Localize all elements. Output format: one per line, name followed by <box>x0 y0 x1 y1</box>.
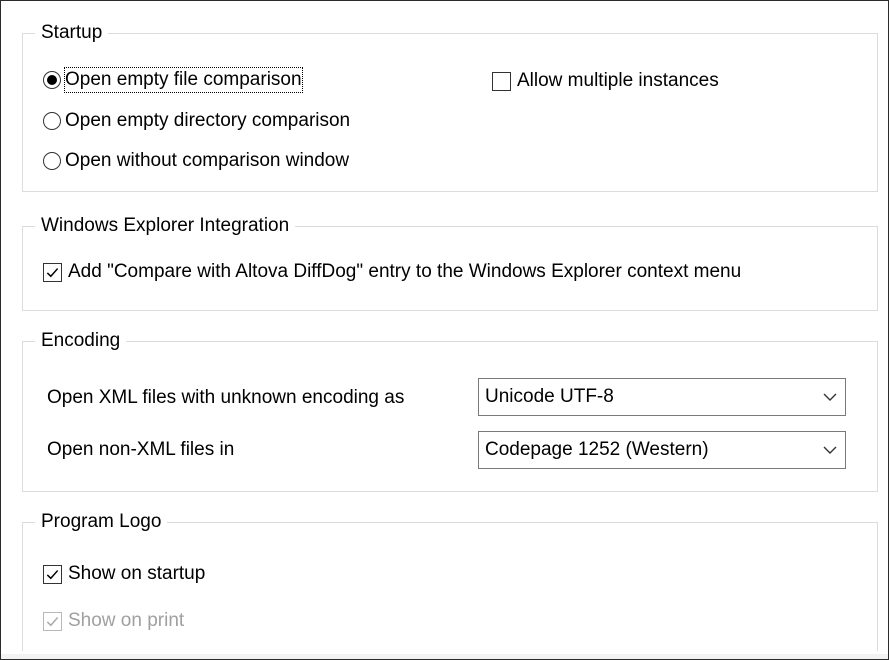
checkbox-checked-icon <box>43 611 62 631</box>
startup-group: Startup Open empty file comparison Open … <box>22 18 878 192</box>
options-panel: Startup Open empty file comparison Open … <box>0 0 889 660</box>
checkbox-label: Show on startup <box>68 563 206 584</box>
checkmark-icon <box>46 267 59 277</box>
xml-encoding-select[interactable]: Unicode UTF-8 <box>478 378 846 416</box>
checkbox-checked-icon <box>43 564 62 584</box>
radio-open-empty-file-comparison[interactable]: Open empty file comparison <box>43 67 303 93</box>
radio-icon <box>43 112 61 130</box>
radio-icon <box>43 152 61 170</box>
show-on-print-checkbox: Show on print <box>43 609 184 633</box>
checkbox-label: Allow multiple instances <box>517 70 719 91</box>
checkmark-icon <box>46 616 59 626</box>
startup-group-title: Startup <box>35 18 109 48</box>
nonxml-encoding-label: Open non-XML files in <box>47 439 235 460</box>
nonxml-encoding-value: Codepage 1252 (Western) <box>485 439 709 460</box>
chevron-down-icon <box>815 393 845 401</box>
xml-encoding-value: Unicode UTF-8 <box>485 386 614 407</box>
program-logo-group-title: Program Logo <box>35 507 168 537</box>
add-context-menu-entry-checkbox[interactable]: Add "Compare with Altova DiffDog" entry … <box>43 260 741 284</box>
allow-multiple-instances-checkbox[interactable]: Allow multiple instances <box>492 69 719 93</box>
checkbox-label: Show on print <box>68 610 185 631</box>
checkbox-label: Add "Compare with Altova DiffDog" entry … <box>68 261 742 282</box>
program-logo-group: Program Logo Show on startup Show on pri… <box>22 507 878 651</box>
radio-open-empty-directory-comparison[interactable]: Open empty directory comparison <box>43 109 350 133</box>
radio-open-without-comparison-window[interactable]: Open without comparison window <box>43 149 349 173</box>
xml-encoding-label: Open XML files with unknown encoding as <box>47 387 405 408</box>
explorer-integration-group: Windows Explorer Integration Add "Compar… <box>22 211 878 311</box>
checkmark-icon <box>46 569 59 579</box>
show-on-startup-checkbox[interactable]: Show on startup <box>43 562 205 586</box>
explorer-group-title: Windows Explorer Integration <box>35 211 296 241</box>
radio-label: Open empty directory comparison <box>65 110 351 131</box>
radio-selected-icon <box>43 71 61 89</box>
nonxml-encoding-select[interactable]: Codepage 1252 (Western) <box>478 431 846 469</box>
chevron-down-icon <box>815 446 845 454</box>
encoding-group-title: Encoding <box>35 326 127 356</box>
radio-label: Open without comparison window <box>65 150 350 171</box>
checkbox-checked-icon <box>43 262 62 282</box>
radio-label: Open empty file comparison <box>64 67 303 93</box>
checkbox-icon <box>492 71 511 91</box>
encoding-group: Encoding Open XML files with unknown enc… <box>22 326 878 492</box>
